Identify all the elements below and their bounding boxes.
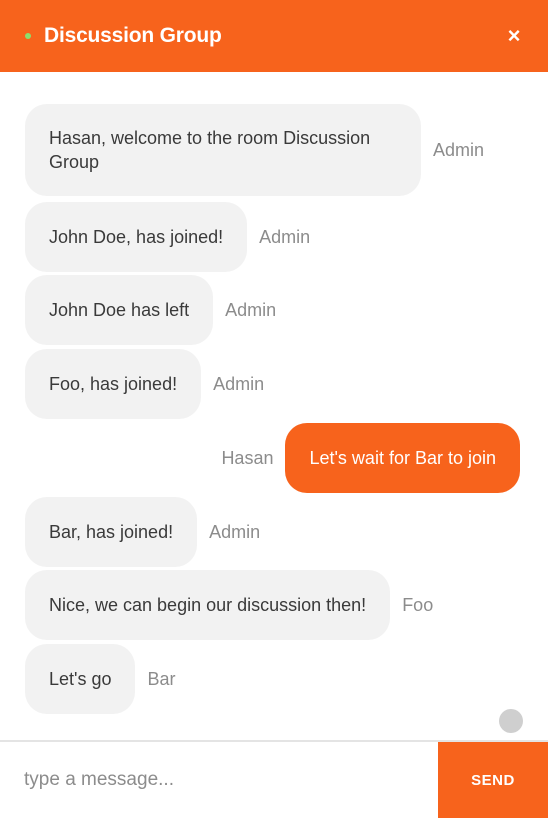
- own-message-bubble: Let's wait for Bar to join: [285, 423, 520, 493]
- scroll-to-bottom-handle[interactable]: [499, 709, 523, 733]
- message-bubble: John Doe has left: [25, 275, 214, 345]
- message-row: Hasan, welcome to the room Discussion Gr…: [25, 104, 548, 196]
- message-bubble: Foo, has joined!: [25, 349, 202, 419]
- message-sender: Admin: [259, 227, 311, 247]
- send-button[interactable]: SEND: [438, 742, 548, 818]
- message-bubble: Hasan, welcome to the room Discussion Gr…: [25, 104, 421, 196]
- message-sender: Admin: [213, 374, 265, 394]
- message-row: Nice, we can begin our discussion then! …: [25, 570, 548, 640]
- message-row: Let's go Bar: [25, 644, 548, 714]
- message-row: Bar, has joined! Admin: [25, 497, 548, 567]
- message-bubble: Bar, has joined!: [25, 497, 198, 567]
- message-sender: Foo: [402, 595, 434, 615]
- message-list[interactable]: Hasan, welcome to the room Discussion Gr…: [0, 72, 548, 740]
- online-status-icon: [25, 33, 31, 39]
- message-bubble: Nice, we can begin our discussion then!: [25, 570, 391, 640]
- message-row: John Doe has left Admin: [25, 275, 548, 345]
- message-sender: Admin: [433, 140, 485, 160]
- message-sender: Admin: [225, 300, 277, 320]
- message-sender: Bar: [147, 669, 176, 689]
- close-icon[interactable]: ×: [502, 22, 526, 50]
- chat-title: Discussion Group: [44, 24, 222, 47]
- message-row-own: Hasan Let's wait for Bar to join: [221, 423, 520, 493]
- message-bubble: Let's go: [25, 644, 136, 714]
- message-sender: Admin: [209, 522, 261, 542]
- message-composer: SEND: [0, 740, 548, 818]
- chat-header: Discussion Group ×: [0, 0, 548, 72]
- message-row: John Doe, has joined! Admin: [25, 202, 548, 272]
- message-row: Foo, has joined! Admin: [25, 349, 548, 419]
- message-sender: Hasan: [221, 448, 274, 468]
- message-bubble: John Doe, has joined!: [25, 202, 248, 272]
- message-input[interactable]: [0, 742, 438, 818]
